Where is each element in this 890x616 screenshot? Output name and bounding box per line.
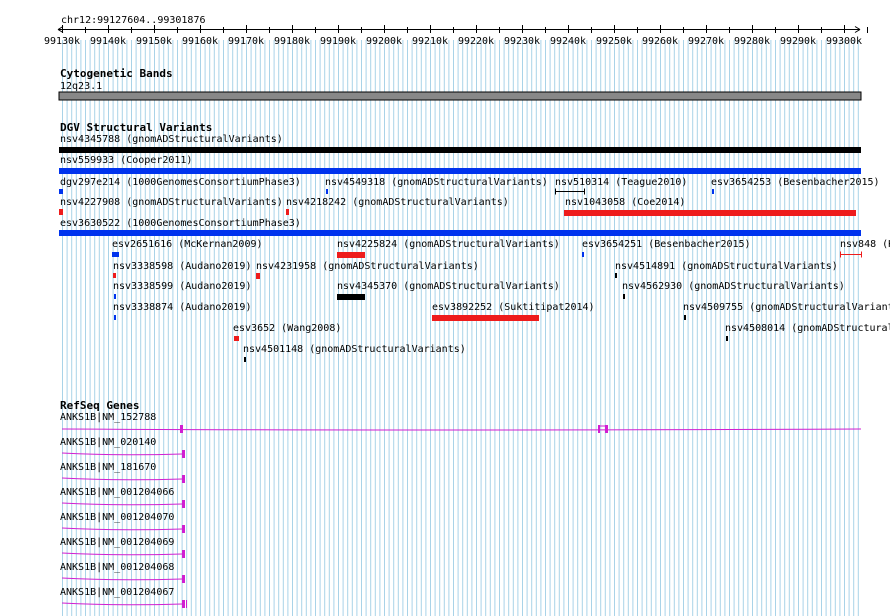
gene-exon — [182, 525, 185, 533]
gene-label[interactable]: ANKS1B|NM_001204068 — [60, 562, 174, 574]
cytoband-label: 12q23.1 — [60, 81, 103, 92]
gene-exon — [186, 600, 187, 608]
ruler-tick-label: 99270k — [688, 36, 724, 47]
ruler-tick-label: 99240k — [550, 36, 586, 47]
location-label: chr12:99127604..99301876 — [61, 15, 206, 26]
variant-label[interactable]: nsv4514891 (gnomADStructuralVariants) — [615, 261, 838, 273]
ruler-tick-label: 99170k — [228, 36, 264, 47]
gene-exon — [180, 425, 183, 433]
variant-label[interactable]: nsv4231958 (gnomADStructuralVariants) — [256, 261, 479, 273]
variant-label[interactable]: esv3654251 (Besenbacher2015) — [582, 239, 751, 251]
variant-label[interactable]: nsv4225824 (gnomADStructuralVariants) — [337, 239, 560, 251]
variant-label[interactable]: esv3654253 (Besenbacher2015) — [711, 177, 880, 189]
ruler-tick-label: 99130k — [44, 36, 80, 47]
gene-exon — [605, 425, 608, 433]
variant-label[interactable]: nsv1043058 (Coe2014) — [565, 197, 685, 209]
variant-label[interactable]: nsv4508014 (gnomADStructuralVariants) — [725, 323, 890, 335]
variant-glyph — [114, 315, 116, 320]
variant-glyph — [59, 147, 861, 153]
variant-glyph — [564, 210, 856, 216]
gene-exon — [182, 575, 185, 583]
variant-label[interactable]: esv3630522 (1000GenomesConsortiumPhase3) — [60, 218, 301, 230]
ruler-tick-label: 99190k — [320, 36, 356, 47]
variant-label[interactable]: nsv3338598 (Audano2019) — [113, 261, 251, 273]
ruler-tick-label: 99200k — [366, 36, 402, 47]
gene-label[interactable]: ANKS1B|NM_020140 — [60, 437, 156, 449]
variant-label[interactable]: nsv4562930 (gnomADStructuralVariants) — [622, 281, 845, 293]
variant-label[interactable]: nsv4501148 (gnomADStructuralVariants) — [243, 344, 466, 356]
gene-label[interactable]: ANKS1B|NM_001204067 — [60, 587, 174, 599]
variant-track-title: DGV Structural Variants — [60, 121, 213, 134]
variant-glyph — [112, 252, 119, 257]
cytoband-bar — [58, 91, 862, 101]
ruler: 99130k 99140k 99150k 99160k 99170k 99180k 9919… — [44, 25, 868, 47]
variant-label[interactable]: nsv559933 (Cooper2011) — [60, 155, 192, 167]
gene-label[interactable]: ANKS1B|NM_001204070 — [60, 512, 174, 524]
variant-glyph — [326, 189, 328, 194]
variant-label[interactable]: nsv4227908 (gnomADStructuralVariants) — [60, 197, 283, 209]
ruler-tick-label: 99260k — [642, 36, 678, 47]
variant-glyph — [726, 336, 728, 341]
ruler-tick-label: 99150k — [136, 36, 172, 47]
variant-glyph — [623, 294, 625, 299]
variant-glyph — [712, 189, 714, 194]
variant-label[interactable]: nsv4218242 (gnomADStructuralVariants) — [286, 197, 509, 209]
variant-glyph — [114, 294, 116, 299]
gene-exon — [182, 550, 185, 558]
variant-glyph — [59, 189, 63, 194]
variant-label[interactable]: esv2651616 (McKernan2009) — [112, 239, 263, 251]
ruler-tick-label: 99180k — [274, 36, 310, 47]
gene-label[interactable]: ANKS1B|NM_001204069 — [60, 537, 174, 549]
ruler-tick-label: 99210k — [412, 36, 448, 47]
gene-exon — [598, 425, 600, 433]
variant-label[interactable]: nsv4345370 (gnomADStructuralVariants) — [337, 281, 560, 293]
ruler-tick-label: 99140k — [90, 36, 126, 47]
variant-glyph — [234, 336, 239, 341]
gene-exon — [182, 475, 185, 483]
variant-glyph — [337, 294, 365, 300]
variant-glyph — [256, 273, 260, 279]
variant-label[interactable]: esv3892252 (Suktitipat2014) — [432, 302, 595, 314]
variant-glyph — [684, 315, 686, 320]
cytoband-bar — [58, 91, 862, 101]
variant-label[interactable]: nsv4549318 (gnomADStructuralVariants) — [325, 177, 548, 189]
variant-glyph — [59, 168, 861, 174]
variant-glyph — [432, 315, 539, 321]
gene-exon — [182, 600, 185, 608]
variant-glyph — [59, 230, 861, 236]
variant-glyph — [615, 273, 617, 278]
variant-glyph — [286, 209, 289, 215]
ruler-tick-label: 99280k — [734, 36, 770, 47]
variant-glyph — [244, 357, 246, 362]
gene-exon — [182, 450, 185, 458]
variant-label[interactable]: esv3652 (Wang2008) — [233, 323, 341, 335]
ruler-tick-label: 99290k — [780, 36, 816, 47]
variant-glyph — [113, 273, 116, 278]
gene-label[interactable]: ANKS1B|NM_181670 — [60, 462, 156, 474]
variant-label[interactable]: nsv4509755 (gnomADStructuralVariants) — [683, 302, 890, 314]
ruler-tick-label: 99160k — [182, 36, 218, 47]
gene-exon — [182, 500, 185, 508]
variant-label[interactable]: nsv510314 (Teague2010) — [555, 177, 687, 189]
ruler-tick-label: 99250k — [596, 36, 632, 47]
cytoband-track-title: Cytogenetic Bands — [60, 67, 173, 80]
genome-browser-view: 99130k 99140k 99150k 99160k 99170k 99180k 9919… — [0, 0, 890, 616]
variant-glyph — [582, 252, 584, 257]
variant-glyph — [59, 209, 63, 215]
ruler-tick-label: 99230k — [504, 36, 540, 47]
gene-label[interactable]: ANKS1B|NM_152788 — [60, 412, 156, 424]
variant-glyph — [337, 252, 365, 258]
variant-label[interactable]: nsv3338874 (Audano2019) — [113, 302, 251, 314]
variant-label[interactable]: nsv4345788 (gnomADStructuralVariants) — [60, 134, 283, 146]
variant-label[interactable]: dgv297e214 (1000GenomesConsortiumPhase3) — [60, 177, 301, 189]
variant-label[interactable]: nsv3338599 (Audano2019) — [113, 281, 251, 293]
gene-label[interactable]: ANKS1B|NM_001204066 — [60, 487, 174, 499]
ruler-tick-label: 99220k — [458, 36, 494, 47]
variant-label[interactable]: nsv848 (Kidd2008) — [840, 239, 890, 251]
gene-track-title: RefSeq Genes — [60, 399, 140, 412]
ruler-tick-label: 99300k — [826, 36, 862, 47]
